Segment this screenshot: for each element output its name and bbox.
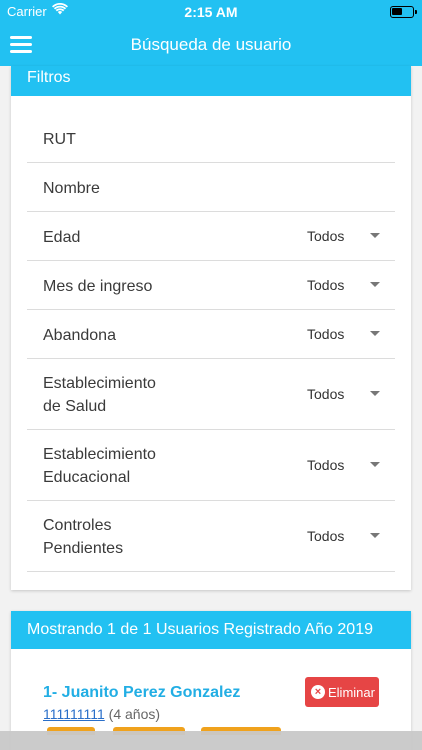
- label-line: Establecimiento: [43, 446, 156, 463]
- filter-establecimiento-educacional: Establecimiento Educacional Todos: [27, 430, 395, 501]
- caret-down-icon: [370, 391, 380, 396]
- user-meta: 111111111 (4 años): [43, 706, 160, 722]
- filter-nombre[interactable]: Nombre: [27, 163, 395, 212]
- filter-controles-pendientes: Controles Pendientes Todos: [27, 501, 395, 572]
- user-name[interactable]: 1- Juanito Perez Gonzalez: [43, 684, 240, 702]
- mes-ingreso-label: Mes de ingreso: [43, 278, 153, 295]
- caret-down-icon: [370, 533, 380, 538]
- filter-rut[interactable]: RUT: [27, 114, 395, 163]
- delete-button[interactable]: × Eliminar: [305, 677, 379, 707]
- label-line: de Salud: [43, 398, 107, 415]
- label-line: Pendientes: [43, 540, 124, 557]
- controles-pendientes-select-value: Todos: [307, 528, 345, 544]
- page-title: Búsqueda de usuario: [130, 35, 292, 54]
- delete-button-label: Eliminar: [328, 685, 375, 700]
- filter-abandona: Abandona Todos: [27, 310, 395, 359]
- establecimiento-salud-label: Establecimiento de Salud: [43, 372, 156, 418]
- label-line: Establecimiento: [43, 375, 156, 392]
- filters-card: Filtros RUT Nombre Edad Todos Mes de ing…: [11, 66, 411, 590]
- establecimiento-salud-select-value: Todos: [307, 386, 345, 402]
- user-age: (4 años): [108, 706, 161, 722]
- filters-header: Filtros: [11, 66, 411, 96]
- close-circle-icon: ×: [311, 685, 325, 699]
- establecimiento-educacional-label: Establecimiento Educacional: [43, 443, 156, 489]
- label-line: Controles: [43, 517, 112, 534]
- label-line: Educacional: [43, 469, 131, 486]
- caret-down-icon: [370, 462, 380, 467]
- nav-bar: Búsqueda de usuario: [0, 24, 422, 66]
- caret-down-icon: [370, 233, 380, 238]
- results-header: Mostrando 1 de 1 Usuarios Registrado Año…: [11, 611, 411, 649]
- caret-down-icon: [370, 282, 380, 287]
- edad-select-value: Todos: [307, 228, 345, 244]
- filter-edad: Edad Todos: [27, 212, 395, 261]
- controles-pendientes-label: Controles Pendientes: [43, 514, 123, 560]
- status-bar: Carrier 2:15 AM: [0, 0, 422, 24]
- establecimiento-educacional-select-value: Todos: [307, 457, 345, 473]
- filter-mes-ingreso: Mes de ingreso Todos: [27, 261, 395, 310]
- caret-down-icon: [370, 331, 380, 336]
- clock: 2:15 AM: [184, 4, 238, 20]
- user-rut-link[interactable]: 111111111: [43, 706, 105, 722]
- results-card: Mostrando 1 de 1 Usuarios Registrado Año…: [11, 611, 411, 750]
- battery-icon: [390, 6, 417, 18]
- abandona-select-value: Todos: [307, 326, 345, 342]
- abandona-label: Abandona: [43, 327, 116, 344]
- bottom-overlay: [0, 731, 422, 750]
- mes-ingreso-select-value: Todos: [307, 277, 345, 293]
- edad-label: Edad: [43, 229, 81, 246]
- nombre-label: Nombre: [43, 180, 100, 197]
- rut-label: RUT: [43, 131, 76, 148]
- filter-establecimiento-salud: Establecimiento de Salud Todos: [27, 359, 395, 430]
